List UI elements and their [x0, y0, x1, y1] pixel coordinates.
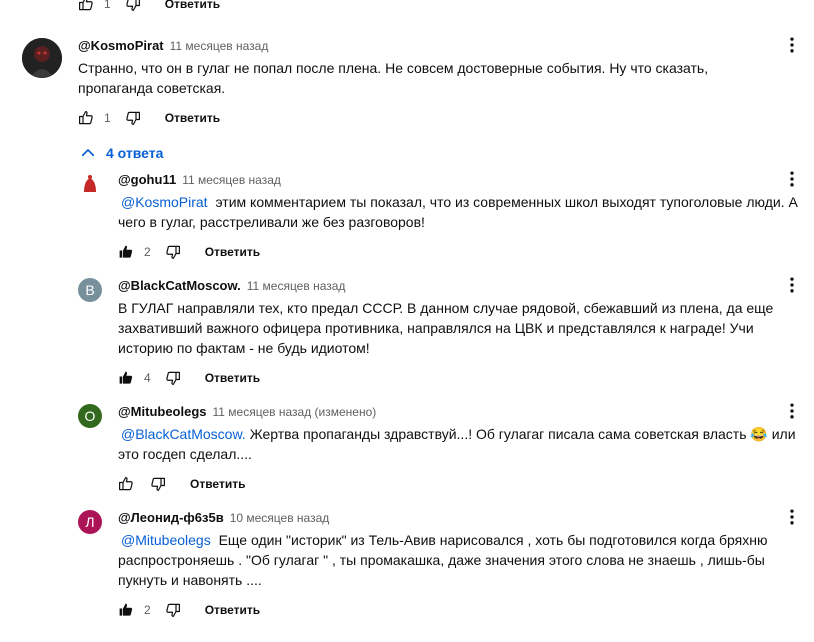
reply-time[interactable]: 10 месяцев назад — [230, 511, 330, 525]
more-vert-icon[interactable] — [780, 273, 804, 297]
replies-toggle[interactable]: 4 ответа — [78, 143, 163, 163]
thumbs-up-icon[interactable] — [116, 242, 136, 262]
reply-text: В ГУЛАГ направляли тех, кто предал СССР.… — [118, 298, 778, 358]
thumbs-down-icon[interactable] — [123, 0, 143, 14]
more-vert-icon[interactable] — [780, 33, 804, 57]
reply-header: @Леонид-ф6з5в 10 месяцев назад — [118, 510, 329, 525]
avatar[interactable] — [22, 38, 62, 78]
thumbs-up-icon[interactable] — [116, 474, 136, 494]
mention-link[interactable]: @KosmoPirat — [121, 194, 208, 210]
reply-time[interactable]: 11 месяцев назад (изменено) — [213, 405, 377, 419]
reply-time[interactable]: 11 месяцев назад — [247, 279, 346, 293]
comment-text: Странно, что он в гулаг не попал после п… — [78, 60, 709, 96]
avatar-letter: O — [84, 408, 96, 424]
reply-button[interactable]: Ответить — [205, 603, 260, 617]
reply-author[interactable]: @gohu11 — [118, 172, 176, 187]
avatar[interactable] — [78, 172, 102, 196]
reply-actions: 2 Ответить — [116, 242, 260, 262]
like-count: 2 — [144, 603, 151, 617]
reply-button[interactable]: Ответить — [205, 371, 260, 385]
reply-text: @Mitubeolegs Еще один "историк" из Тель-… — [118, 530, 783, 590]
avatar-letter: Л — [85, 514, 95, 530]
reply-actions: Ответить — [116, 474, 245, 494]
reply-author[interactable]: @Mitubeolegs — [118, 404, 207, 419]
like-count: 1 — [104, 111, 111, 125]
replies-count-label: 4 ответа — [106, 145, 164, 161]
reply-header: @Mitubeolegs 11 месяцев назад (изменено) — [118, 404, 376, 419]
thumbs-down-icon[interactable] — [148, 474, 168, 494]
reply-body: этим комментарием ты показал, что из сов… — [118, 194, 798, 230]
reply-button[interactable]: Ответить — [190, 477, 245, 491]
thumbs-up-icon[interactable] — [116, 600, 136, 620]
avatar-letter: B — [85, 282, 95, 298]
reply-author[interactable]: @BlackCatMoscow. — [118, 278, 241, 293]
thumbs-up-icon[interactable] — [116, 368, 136, 388]
avatar[interactable]: O — [78, 404, 102, 428]
chevron-up-icon — [78, 143, 98, 163]
thumbs-down-icon[interactable] — [163, 242, 183, 262]
reply-author[interactable]: @Леонид-ф6з5в — [118, 510, 224, 525]
thumbs-up-icon[interactable] — [76, 0, 96, 14]
reply-header: @BlackCatMoscow. 11 месяцев назад — [118, 278, 345, 293]
like-count: 1 — [104, 0, 111, 11]
thumbs-down-icon[interactable] — [163, 368, 183, 388]
comment-actions: 1 Ответить — [76, 108, 220, 128]
reply-button[interactable]: Ответить — [165, 0, 220, 11]
comment-header: @KosmoPirat 11 месяцев назад — [78, 38, 268, 53]
thumbs-down-icon[interactable] — [123, 108, 143, 128]
reply-button[interactable]: Ответить — [205, 245, 260, 259]
avatar[interactable]: Л — [78, 510, 102, 534]
reply-button[interactable]: Ответить — [165, 111, 220, 125]
comment-author[interactable]: @KosmoPirat — [78, 38, 164, 53]
like-count: 2 — [144, 245, 151, 259]
avatar-image — [84, 175, 96, 192]
reply-body: Еще один "историк" из Тель-Авив нарисова… — [118, 532, 768, 588]
like-count: 4 — [144, 371, 151, 385]
more-vert-icon[interactable] — [780, 505, 804, 529]
reply-text: @BlackCatMoscow. Жертва пропаганды здравс… — [118, 424, 808, 464]
mention-link[interactable]: @BlackCatMoscow. — [121, 426, 246, 442]
thumbs-up-icon[interactable] — [76, 108, 96, 128]
reply-time[interactable]: 11 месяцев назад — [182, 173, 281, 187]
top-partial-actions: 1 Ответить — [76, 0, 220, 14]
reply-header: @gohu11 11 месяцев назад — [118, 172, 281, 187]
reply-actions: 4 Ответить — [116, 368, 260, 388]
more-vert-icon[interactable] — [780, 167, 804, 191]
more-vert-icon[interactable] — [780, 399, 804, 423]
comment-time[interactable]: 11 месяцев назад — [170, 39, 269, 53]
reply-text: @KosmoPirat этим комментарием ты показал… — [118, 192, 808, 232]
avatar[interactable]: B — [78, 278, 102, 302]
reply-body: В ГУЛАГ направляли тех, кто предал СССР.… — [118, 300, 774, 356]
avatar-image — [22, 38, 62, 78]
thumbs-down-icon[interactable] — [163, 600, 183, 620]
reply-actions: 2 Ответить — [116, 600, 260, 620]
mention-link[interactable]: @Mitubeolegs — [121, 532, 211, 548]
